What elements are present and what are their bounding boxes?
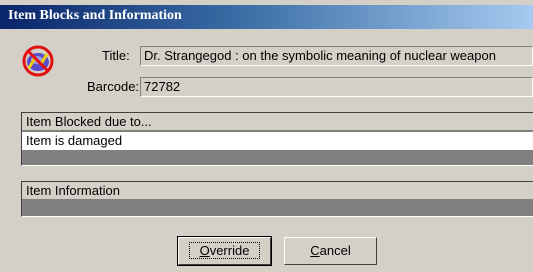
title-field[interactable]: Dr. Strangegod : on the symbolic meaning… <box>140 46 533 66</box>
title-label: Title: <box>102 48 130 63</box>
cancel-button[interactable]: Cancel <box>284 237 377 265</box>
item-information-panel[interactable]: Item Information <box>21 181 533 217</box>
blocked-item-icon <box>22 45 54 77</box>
cancel-label: Cancel <box>310 243 351 258</box>
item-blocked-panel[interactable]: Item Blocked due to... Item is damaged <box>21 112 533 166</box>
override-button[interactable]: Override <box>177 236 272 266</box>
list-item[interactable]: Item is damaged <box>22 132 533 150</box>
title-bar[interactable]: Item Blocks and Information <box>0 5 533 29</box>
item-information-header[interactable]: Item Information <box>22 182 533 200</box>
barcode-label: Barcode: <box>87 79 140 94</box>
item-blocks-dialog: Item Blocks and Information Title: Dr. S… <box>0 0 533 272</box>
override-label: Override <box>188 242 261 259</box>
barcode-field[interactable]: 72782 <box>140 77 533 97</box>
item-blocked-header[interactable]: Item Blocked due to... <box>22 113 533 131</box>
window-title: Item Blocks and Information <box>8 8 182 23</box>
